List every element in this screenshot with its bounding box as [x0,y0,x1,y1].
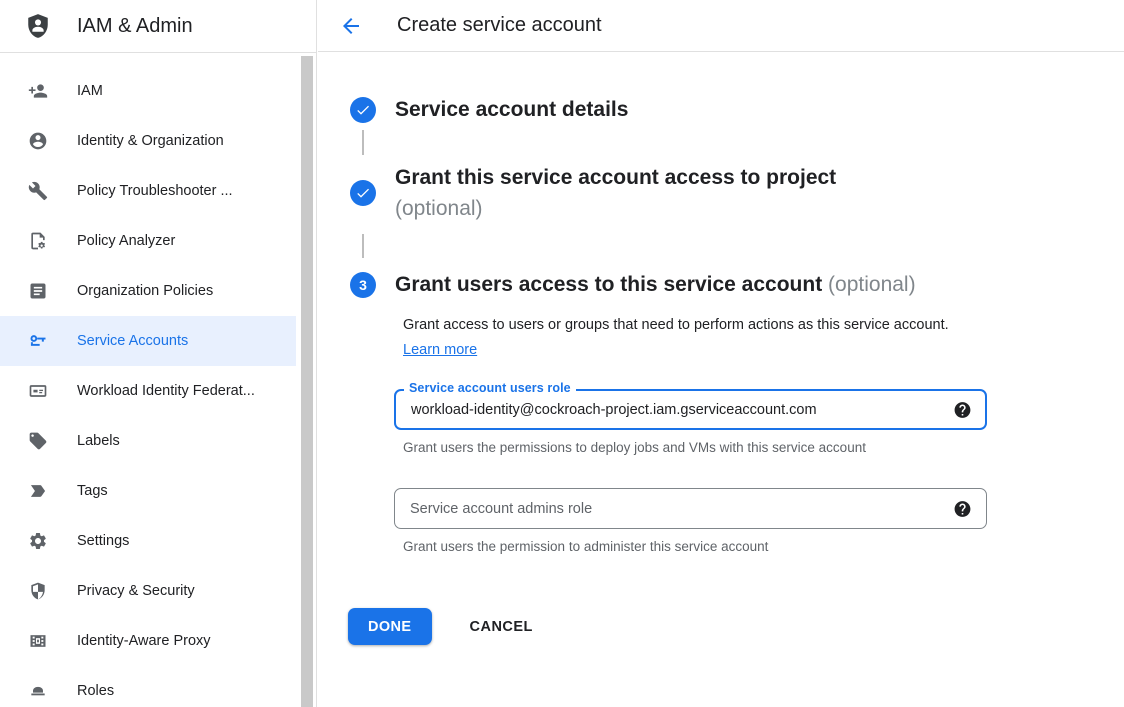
shield-half-icon [28,581,48,601]
sidebar-item-iam[interactable]: IAM [0,66,296,116]
step-1-service-account-details: Service account details [350,97,1124,123]
users-role-help-icon[interactable] [953,400,972,419]
step-2-check-icon [350,180,376,206]
sidebar-item-labels[interactable]: Labels [0,416,296,466]
admins-role-helper-text: Grant users the permission to administer… [394,539,1124,554]
sidebar-item-settings[interactable]: Settings [0,516,296,566]
step-2-title: Grant this service account access to pro… [395,166,836,189]
users-role-label: Service account users role [404,381,576,395]
sidebar-item-identity-organization[interactable]: Identity & Organization [0,116,296,166]
users-role-helper-text: Grant users the permissions to deploy jo… [394,440,1124,455]
stepper-connector [362,130,364,155]
sidebar-item-label: Policy Analyzer [77,233,175,249]
step-2-grant-access-to-project: Grant this service account access to pro… [350,162,1124,224]
sidebar-scrollbar[interactable] [301,56,313,707]
main-panel: Create service account Service account d… [318,0,1124,707]
sidebar-item-label: Settings [77,533,129,549]
wrench-icon [28,181,48,201]
sidebar-item-label: Privacy & Security [77,583,195,599]
admins-role-help-icon[interactable] [953,499,972,518]
sidebar-item-label: Labels [77,433,120,449]
sidebar-item-identity-aware-proxy[interactable]: Identity-Aware Proxy [0,616,296,666]
iap-icon [28,631,48,651]
step-2-optional-label: (optional) [395,197,483,220]
sidebar-item-tags[interactable]: Tags [0,466,296,516]
sidebar-nav: IAM Identity & Organization Policy Troub… [0,53,316,707]
gear-icon [28,531,48,551]
service-account-icon [28,331,48,351]
step-2-title-block: Grant this service account access to pro… [395,162,836,224]
sidebar-item-label: Policy Troubleshooter ... [77,183,233,199]
admins-role-input[interactable] [394,488,987,529]
done-button[interactable]: DONE [348,608,432,645]
sidebar-item-organization-policies[interactable]: Organization Policies [0,266,296,316]
policy-analyzer-icon [28,231,48,251]
stepper-connector [362,234,364,258]
admins-role-field [394,488,987,529]
sidebar-title: IAM & Admin [77,15,193,38]
label-tag-icon [28,431,48,451]
main-header: Create service account [318,0,1124,52]
step-3-number-badge: 3 [350,272,376,298]
account-circle-icon [28,131,48,151]
sidebar-item-service-accounts[interactable]: Service Accounts [0,316,296,366]
step-3-title-block: Grant users access to this service accou… [395,272,916,298]
badge-card-icon [28,381,48,401]
create-service-account-form: Service account details Grant this servi… [318,52,1124,645]
sidebar-item-label: Workload Identity Federat... [77,383,255,399]
step-3-grant-users-access: 3 Grant users access to this service acc… [350,272,1124,298]
hat-icon [28,681,48,701]
step-1-check-icon [350,97,376,123]
step-3-title: Grant users access to this service accou… [395,273,822,296]
article-icon [28,281,48,301]
learn-more-link[interactable]: Learn more [403,342,477,358]
sidebar-item-label: Service Accounts [77,333,188,349]
step-3-description: Grant access to users or groups that nee… [394,313,955,363]
sidebar-item-label: Roles [77,683,114,699]
sidebar-item-roles[interactable]: Roles [0,666,296,707]
sidebar-item-policy-troubleshooter[interactable]: Policy Troubleshooter ... [0,166,296,216]
label-important-icon [28,481,48,501]
users-role-field: Service account users role [394,389,987,430]
page-title: Create service account [397,14,602,37]
person-add-icon [28,81,48,101]
step-1-title: Service account details [395,97,628,123]
users-role-input[interactable] [394,389,987,430]
sidebar-item-label: Identity & Organization [77,133,224,149]
step-3-optional-label: (optional) [828,273,916,296]
sidebar-item-workload-identity-federation[interactable]: Workload Identity Federat... [0,366,296,416]
form-actions: DONE CANCEL [348,608,1124,645]
sidebar-item-label: IAM [77,83,103,99]
sidebar-header: IAM & Admin [0,0,316,53]
sidebar-item-privacy-security[interactable]: Privacy & Security [0,566,296,616]
iam-shield-logo-icon [25,13,51,39]
back-arrow-icon[interactable] [339,14,363,38]
description-text: Grant access to users or groups that nee… [403,317,949,333]
sidebar-item-label: Tags [77,483,108,499]
sidebar-item-label: Identity-Aware Proxy [77,633,211,649]
sidebar-item-label: Organization Policies [77,283,213,299]
sidebar: IAM & Admin IAM Identity & Organization … [0,0,317,707]
sidebar-item-policy-analyzer[interactable]: Policy Analyzer [0,216,296,266]
iam-admin-page: IAM & Admin IAM Identity & Organization … [0,0,1124,707]
cancel-button[interactable]: CANCEL [464,618,539,636]
step-3-body: Grant access to users or groups that nee… [394,313,1124,554]
